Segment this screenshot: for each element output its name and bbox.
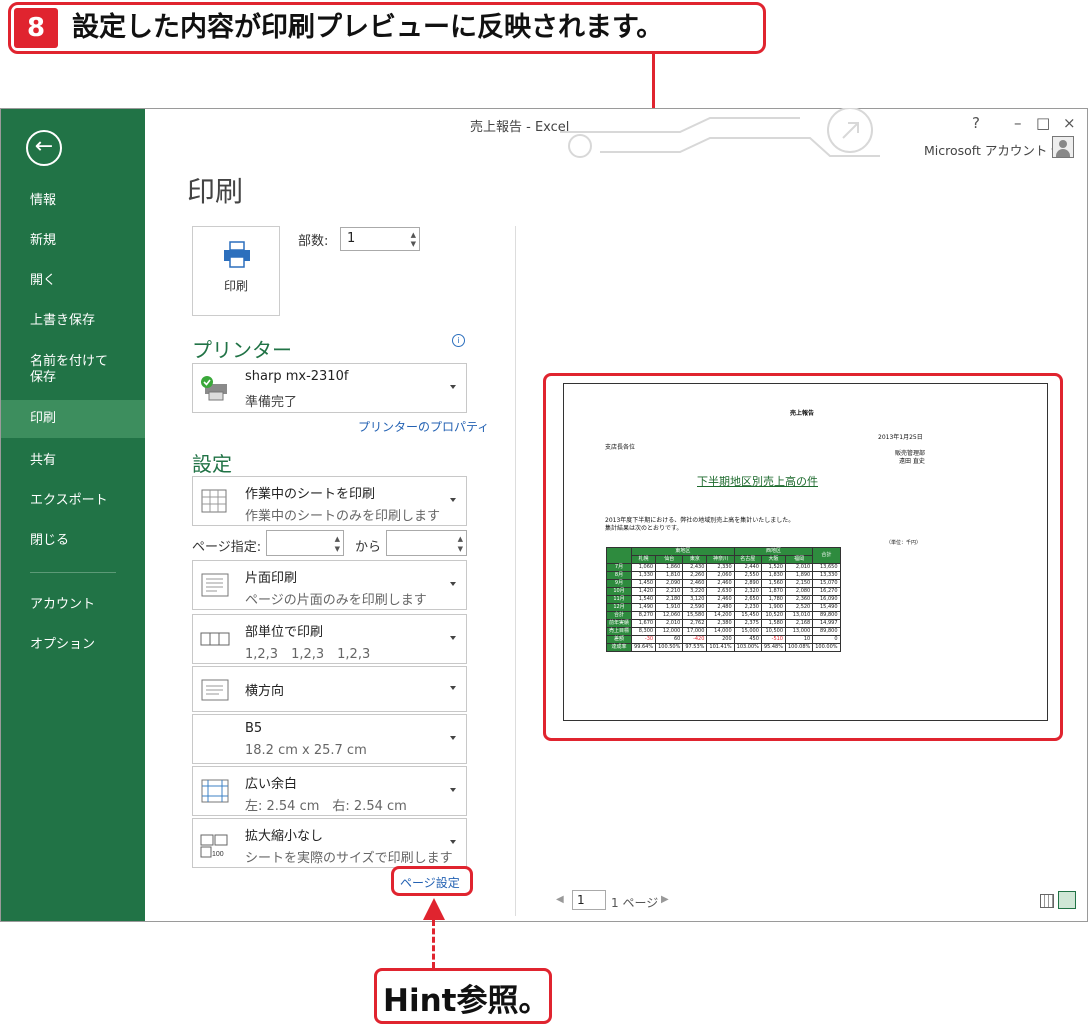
printer-icon: [224, 241, 250, 268]
printer-dropdown[interactable]: sharp mx-2310f 準備完了: [192, 363, 467, 413]
margins-desc: 左: 2.54 cm 右: 2.54 cm: [245, 799, 407, 814]
printer-name: sharp mx-2310f: [245, 369, 349, 384]
preview-highlight: [543, 373, 1063, 741]
chevron-down-icon: [450, 736, 456, 740]
print-what-desc: 作業中のシートのみを印刷します: [245, 509, 441, 524]
landscape-icon: [201, 679, 229, 701]
show-margins-icon[interactable]: [1040, 894, 1054, 908]
scaling-dropdown[interactable]: 100 拡大縮小なし シートを実際のサイズで印刷します: [192, 818, 467, 868]
orientation-dropdown[interactable]: 横方向: [192, 666, 467, 712]
scaling-icon: 100: [200, 834, 228, 858]
chevron-down-icon: [450, 498, 456, 502]
sheet-grid-icon: [201, 489, 227, 513]
paper-size-label: B5: [245, 721, 263, 736]
next-page-icon[interactable]: ▶: [661, 894, 669, 905]
info-icon[interactable]: i: [452, 334, 465, 347]
printer-section-title: プリンター: [192, 338, 292, 362]
scaling-desc: シートを実際のサイズで印刷します: [245, 851, 453, 866]
sidebar-item-save-as[interactable]: 名前を付けて 保存: [1, 350, 145, 392]
account-menu[interactable]: Microsoft アカウント ▾: [924, 140, 1058, 159]
page-setup-highlight: [391, 866, 473, 896]
maximize-button[interactable]: □: [1036, 114, 1050, 132]
pages-to-label: から: [355, 540, 382, 555]
sidebar-item-save[interactable]: 上書き保存: [1, 302, 145, 340]
printer-properties-link[interactable]: プリンターのプロパティ: [358, 418, 489, 435]
sidebar-item-new[interactable]: 新規: [1, 222, 145, 260]
page-number-input[interactable]: 1: [572, 890, 606, 910]
step-number: 8: [14, 8, 58, 48]
hint-arrowhead: [423, 898, 445, 920]
sidebar-divider: [30, 572, 116, 573]
collate-label: 部単位で印刷: [245, 625, 324, 640]
hint-text: Hint参照。: [383, 983, 550, 1019]
print-what-label: 作業中のシートを印刷: [245, 487, 376, 502]
sides-label: 片面印刷: [245, 571, 298, 586]
orientation-label: 横方向: [245, 684, 285, 699]
sidebar-item-options[interactable]: オプション: [1, 626, 145, 664]
printer-ready-icon: [201, 376, 227, 401]
sidebar-item-print[interactable]: 印刷: [1, 400, 145, 438]
margins-dropdown[interactable]: 広い余白 左: 2.54 cm 右: 2.54 cm: [192, 766, 467, 816]
chevron-down-icon: [450, 582, 456, 586]
collate-dropdown[interactable]: 部単位で印刷 1,2,3 1,2,3 1,2,3: [192, 614, 467, 664]
chevron-down-icon: [450, 840, 456, 844]
pages-to-input[interactable]: ▲ ▼: [386, 530, 467, 556]
print-button[interactable]: 印刷: [192, 226, 280, 316]
zoom-to-page-icon[interactable]: [1058, 891, 1076, 909]
pages-label: ページ指定:: [192, 540, 262, 555]
one-sided-icon: [201, 573, 229, 597]
sidebar-item-account[interactable]: アカウント: [1, 586, 145, 624]
sidebar-item-open[interactable]: 開く: [1, 262, 145, 300]
chevron-down-icon: [450, 385, 456, 389]
minimize-button[interactable]: –: [1014, 114, 1022, 132]
pages-from-input[interactable]: ▲ ▼: [266, 530, 344, 556]
step-instruction: 設定した内容が印刷プレビューに反映されます。: [72, 12, 664, 43]
spin-down-icon[interactable]: ▼: [458, 545, 463, 553]
window-title: 売上報告 - Excel: [470, 120, 570, 135]
copies-value: 1: [347, 231, 356, 246]
margins-label: 広い余白: [245, 777, 298, 792]
avatar-icon[interactable]: [1052, 136, 1074, 158]
panel-divider: [515, 226, 516, 916]
print-what-dropdown[interactable]: 作業中のシートを印刷 作業中のシートのみを印刷します: [192, 476, 467, 526]
print-button-label: 印刷: [223, 279, 248, 293]
chevron-down-icon: [450, 636, 456, 640]
copies-stepper[interactable]: 1 ▲ ▼: [340, 227, 420, 251]
spin-down-icon[interactable]: ▼: [335, 545, 340, 553]
printer-status: 準備完了: [245, 395, 298, 410]
chevron-down-icon: [450, 686, 456, 690]
settings-section-title: 設定: [192, 452, 232, 476]
circuit-decoration: [560, 108, 880, 158]
sidebar-item-share[interactable]: 共有: [1, 442, 145, 480]
copies-label: 部数:: [298, 234, 329, 249]
sides-desc: ページの片面のみを印刷します: [245, 593, 427, 608]
sidebar-item-info[interactable]: 情報: [1, 182, 145, 220]
margins-icon: [201, 779, 229, 803]
spin-down-icon[interactable]: ▼: [411, 240, 416, 248]
spin-up-icon[interactable]: ▲: [458, 535, 463, 543]
sidebar-item-close[interactable]: 閉じる: [1, 522, 145, 560]
collate-icon: [200, 632, 230, 646]
close-button[interactable]: ×: [1063, 114, 1076, 132]
chevron-down-icon: [450, 788, 456, 792]
svg-text:100: 100: [212, 851, 224, 858]
back-arrow-icon[interactable]: ←: [26, 130, 62, 166]
sidebar-item-export[interactable]: エクスポート: [1, 482, 145, 520]
paper-size-desc: 18.2 cm x 25.7 cm: [245, 743, 367, 758]
help-button[interactable]: ?: [972, 114, 980, 132]
prev-page-icon[interactable]: ◀: [556, 894, 564, 905]
page-total: 1 ページ: [611, 896, 659, 910]
spin-up-icon[interactable]: ▲: [335, 535, 340, 543]
paper-size-dropdown[interactable]: B5 18.2 cm x 25.7 cm: [192, 714, 467, 764]
spin-up-icon[interactable]: ▲: [411, 231, 416, 239]
hint-dashed-line: [432, 920, 435, 968]
sides-dropdown[interactable]: 片面印刷 ページの片面のみを印刷します: [192, 560, 467, 610]
scaling-label: 拡大縮小なし: [245, 829, 324, 844]
collate-desc: 1,2,3 1,2,3 1,2,3: [245, 647, 371, 662]
page-title: 印刷: [187, 175, 244, 208]
